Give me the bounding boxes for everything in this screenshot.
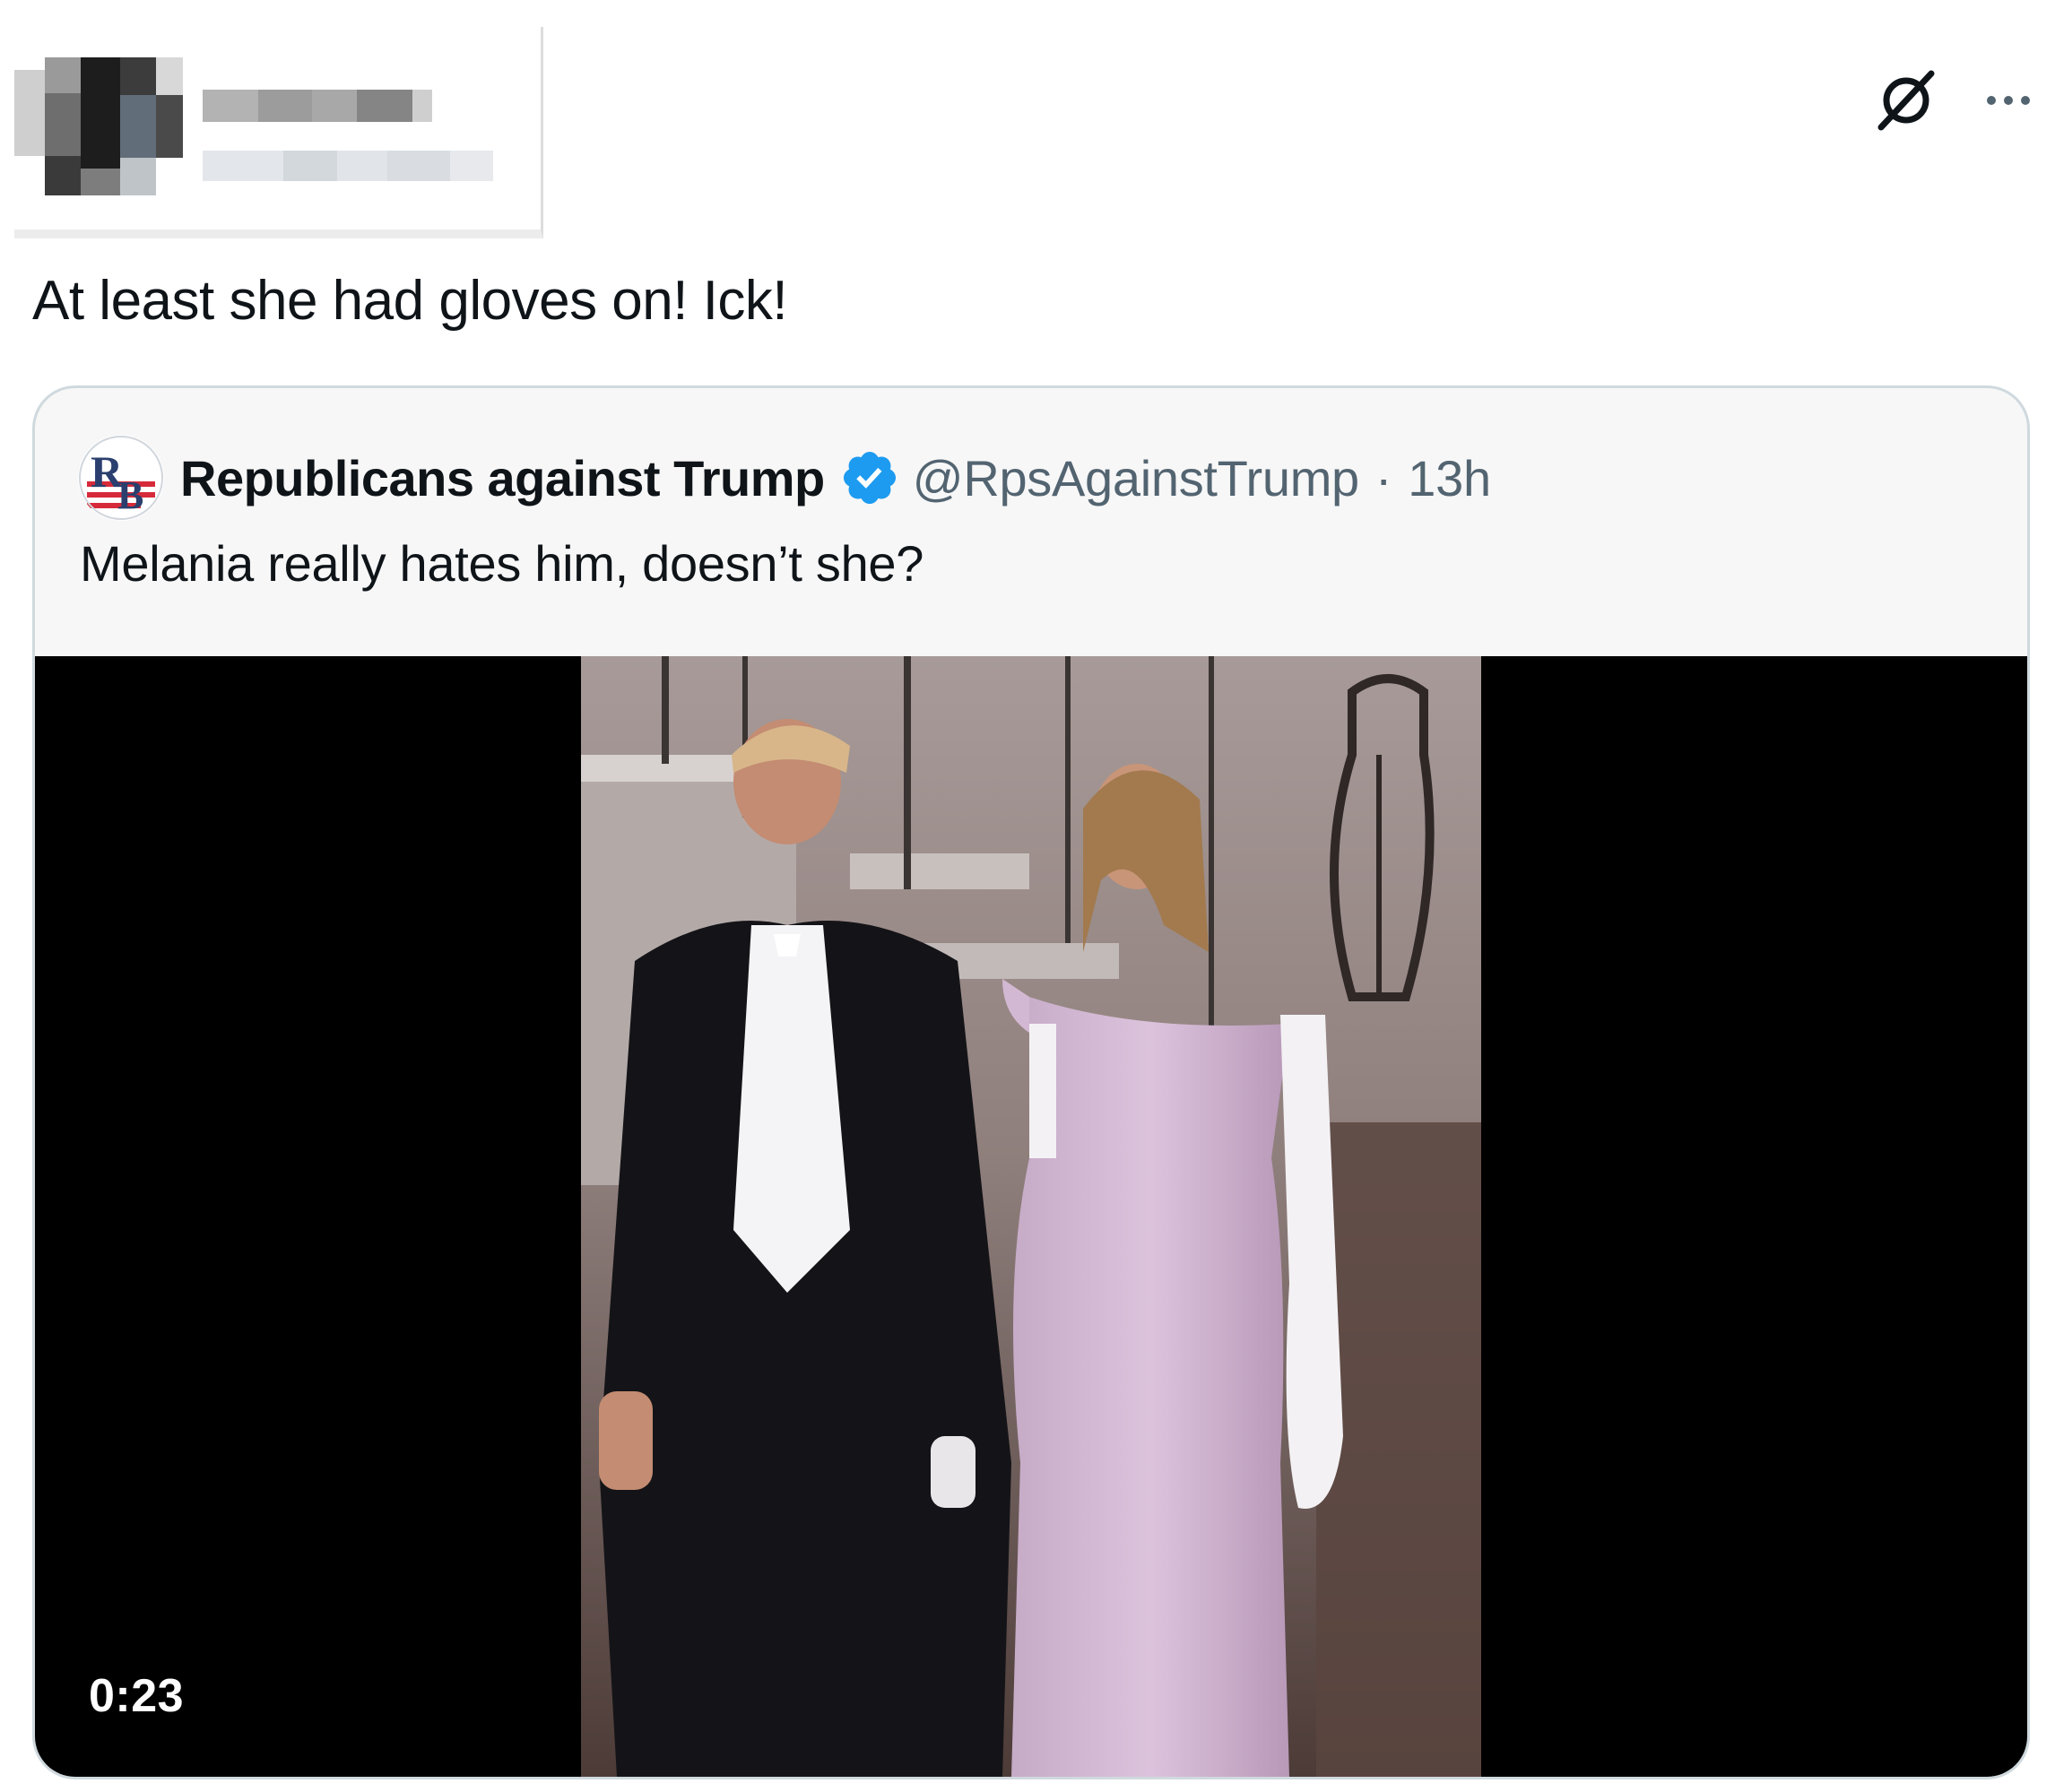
grok-slash-icon[interactable] [1870,65,1942,136]
svg-text:B: B [117,473,143,517]
meta-separator: · [1374,449,1392,506]
quoted-display-name[interactable]: Republicans against Trump [180,449,825,507]
more-dots-icon[interactable] [1983,91,2033,110]
author-block-redacted[interactable] [14,27,543,238]
rb-logo-avatar[interactable]: R B [78,435,164,521]
quoted-tweet-text: Melania really hates him, doesn’t she? [80,535,924,592]
quoted-tweet-header: R B Republicans against Trump @RpsAgains… [78,435,1491,521]
verified-badge-icon [843,451,896,505]
video-frame[interactable] [581,656,1481,1777]
tweet-actions-top [1870,65,2033,136]
quoted-handle[interactable]: @RpsAgainstTrump [913,449,1359,507]
rb-logo-avatar-graphic: R B [78,435,164,521]
quoted-tweet-card[interactable]: R B Republicans against Trump @RpsAgains… [32,385,2030,1779]
tweet-text: At least she had gloves on! Ick! [32,270,788,332]
quoted-timestamp[interactable]: 13h [1408,449,1491,507]
video-player[interactable]: 0:23 [35,656,2027,1777]
video-duration: 0:23 [89,1670,185,1722]
